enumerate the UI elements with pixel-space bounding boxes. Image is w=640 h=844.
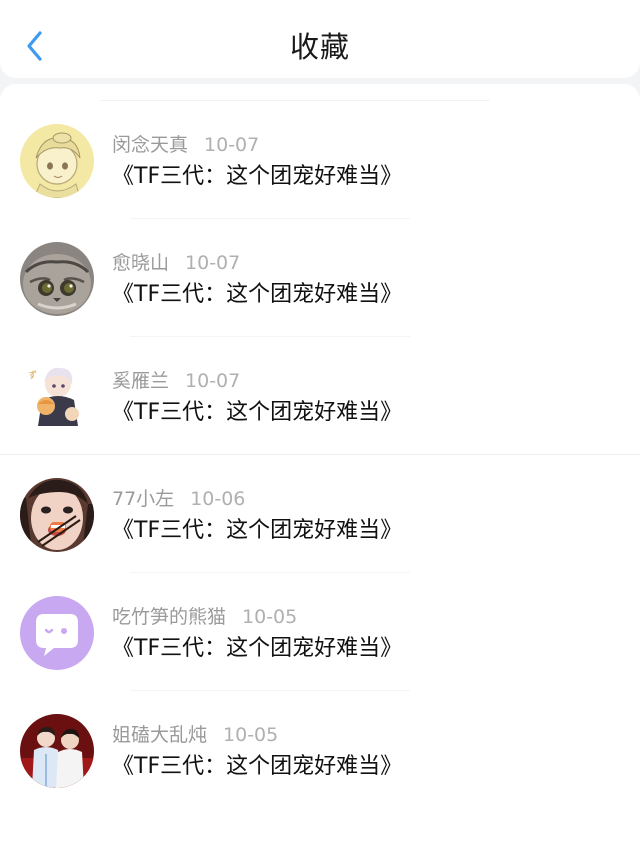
item-date: 10-07	[185, 252, 241, 274]
username[interactable]: 吃竹笋的熊猫	[112, 606, 226, 628]
header-bar: 收藏	[0, 0, 640, 78]
item-date: 10-07	[204, 134, 260, 156]
item-meta: 吃竹笋的熊猫 10-05	[112, 602, 297, 629]
list-item[interactable]: 愈晓山 10-07 《TF三代：这个团宠好难当》	[0, 202, 640, 337]
list-item[interactable]: 77小左 10-06 《TF三代：这个团宠好难当》	[0, 438, 640, 573]
list-item[interactable]: 闵念天真 10-07 《TF三代：这个团宠好难当》	[0, 84, 640, 219]
item-meta: 姐磕大乱炖 10-05	[112, 720, 278, 747]
avatar	[20, 124, 94, 198]
avatar: ず	[20, 360, 94, 434]
avatar	[20, 242, 94, 316]
item-date: 10-05	[242, 606, 298, 628]
svg-text:ず: ず	[28, 370, 37, 381]
item-date: 10-06	[190, 488, 246, 510]
book-title[interactable]: 《TF三代：这个团宠好难当》	[112, 630, 402, 662]
avatar	[20, 714, 94, 788]
item-meta: 77小左 10-06	[112, 484, 245, 511]
avatar	[20, 596, 94, 670]
list-item[interactable]: 姐磕大乱炖 10-05 《TF三代：这个团宠好难当》	[0, 674, 640, 792]
item-meta: 奚雁兰 10-07	[112, 366, 240, 393]
book-title[interactable]: 《TF三代：这个团宠好难当》	[112, 748, 402, 780]
username[interactable]: 闵念天真	[112, 134, 188, 156]
book-title[interactable]: 《TF三代：这个团宠好难当》	[112, 512, 402, 544]
book-title[interactable]: 《TF三代：这个团宠好难当》	[112, 158, 402, 190]
username[interactable]: 愈晓山	[112, 252, 169, 274]
avatar	[20, 478, 94, 552]
favorites-list: 闵念天真 10-07 《TF三代：这个团宠好难当》 愈晓山 10-07 《TF三…	[0, 84, 640, 844]
page-title: 收藏	[289, 30, 350, 64]
item-date: 10-07	[185, 370, 241, 392]
item-date: 10-05	[223, 724, 279, 746]
username[interactable]: 奚雁兰	[112, 370, 169, 392]
book-title[interactable]: 《TF三代：这个团宠好难当》	[112, 394, 402, 426]
item-meta: 愈晓山 10-07	[112, 248, 240, 275]
book-title[interactable]: 《TF三代：这个团宠好难当》	[112, 276, 402, 308]
item-meta: 闵念天真 10-07	[112, 130, 259, 157]
username[interactable]: 77小左	[112, 488, 174, 510]
list-item[interactable]: ず 奚雁兰 10-07 《TF三代：这个团宠好难当》	[0, 320, 640, 455]
list-item[interactable]: 吃竹笋的熊猫 10-05 《TF三代：这个团宠好难当》	[0, 556, 640, 691]
username[interactable]: 姐磕大乱炖	[112, 724, 207, 746]
